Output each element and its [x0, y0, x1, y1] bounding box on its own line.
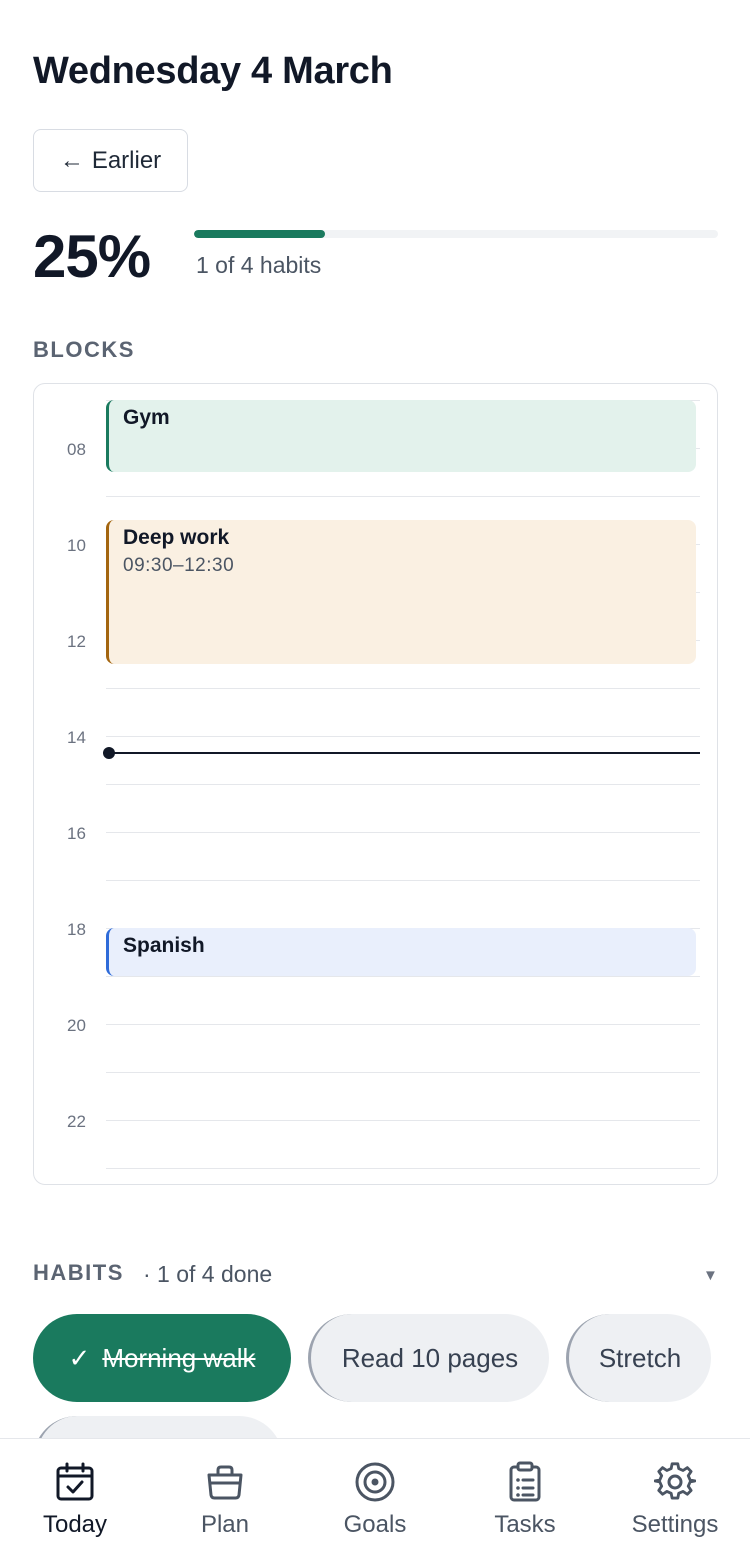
block-time-range: 09:30–12:30: [123, 555, 235, 576]
tab-tasks[interactable]: Tasks: [450, 1439, 600, 1561]
hour-label: 20: [67, 1016, 86, 1035]
grid-line: [106, 1168, 700, 1169]
current-time-line: [109, 752, 700, 754]
calendar-check-icon: [56, 1462, 94, 1501]
hour-label: 22: [67, 1112, 86, 1131]
blocks-heading: BLOCKS: [33, 337, 135, 362]
tab-label: Goals: [343, 1511, 407, 1538]
tab-goals[interactable]: Goals: [300, 1439, 450, 1561]
arrow-left-icon: ←: [59, 146, 84, 174]
tab-label: Today: [42, 1511, 108, 1538]
hour-label: 14: [67, 728, 86, 747]
tab-label: Settings: [631, 1511, 719, 1538]
habits-done-count: · 1 of 4 done: [143, 1261, 273, 1287]
block-title: Deep work: [123, 526, 230, 549]
time-block-spanish[interactable]: Spanish: [106, 928, 696, 976]
tab-plan[interactable]: Plan: [150, 1439, 300, 1561]
progress-bar: [194, 230, 718, 238]
habit-label: Stretch: [598, 1342, 682, 1373]
tab-label: Tasks: [494, 1511, 556, 1538]
grid-line: [106, 688, 700, 689]
grid-line: [106, 496, 700, 497]
habit-chip-morning-walk[interactable]: ✓ Morning walk: [33, 1314, 291, 1402]
hour-label: 08: [67, 440, 86, 459]
block-title: Gym: [123, 406, 170, 429]
grid-line: [106, 880, 700, 881]
completion-percent: 25%: [33, 223, 151, 290]
tab-today[interactable]: Today: [0, 1439, 150, 1561]
habit-label: Read 10 pages: [341, 1342, 519, 1373]
hour-label: 16: [67, 824, 86, 843]
block-title: Spanish: [123, 934, 205, 957]
earlier-button[interactable]: ← Earlier: [33, 129, 188, 192]
time-block-gym[interactable]: Gym: [106, 400, 696, 472]
habits-heading: HABITS: [33, 1260, 124, 1285]
grid-line: [106, 736, 700, 737]
habit-chip-stretch[interactable]: Stretch: [566, 1314, 711, 1402]
time-block-deep-work[interactable]: Deep work 09:30–12:30: [106, 520, 696, 664]
earlier-button-label: Earlier: [91, 146, 162, 174]
page-title: Wednesday 4 March: [33, 50, 393, 92]
gear-icon: [654, 1462, 696, 1500]
tab-settings[interactable]: Settings: [600, 1439, 750, 1561]
grid-line: [106, 784, 700, 785]
basket-icon: [207, 1465, 243, 1500]
check-icon: ✓: [68, 1342, 91, 1373]
blocks-timeline: 08 10 12 14 16 18 20 22 Gym Deep work 09…: [33, 383, 718, 1185]
hour-label: 12: [67, 632, 86, 651]
collapse-toggle-icon[interactable]: ▼: [703, 1267, 718, 1284]
progress-bar-fill: [194, 230, 325, 238]
grid-line: [106, 832, 700, 833]
hour-label: 18: [67, 920, 86, 939]
grid-line: [106, 1072, 700, 1073]
grid-line: [106, 1120, 700, 1121]
current-time-dot: [103, 747, 115, 759]
habit-chip-read-10-pages[interactable]: Read 10 pages: [308, 1314, 549, 1402]
clipboard-list-icon: [509, 1461, 541, 1502]
hour-label: 10: [67, 536, 86, 555]
bottom-tab-bar: Today Plan Goals Tasks Settings: [0, 1438, 750, 1561]
grid-line: [106, 976, 700, 977]
grid-line: [106, 1024, 700, 1025]
tab-label: Plan: [200, 1511, 250, 1538]
target-icon: [355, 1462, 395, 1502]
progress-summary: 1 of 4 habits: [196, 252, 322, 278]
habit-label: Morning walk: [102, 1342, 256, 1373]
